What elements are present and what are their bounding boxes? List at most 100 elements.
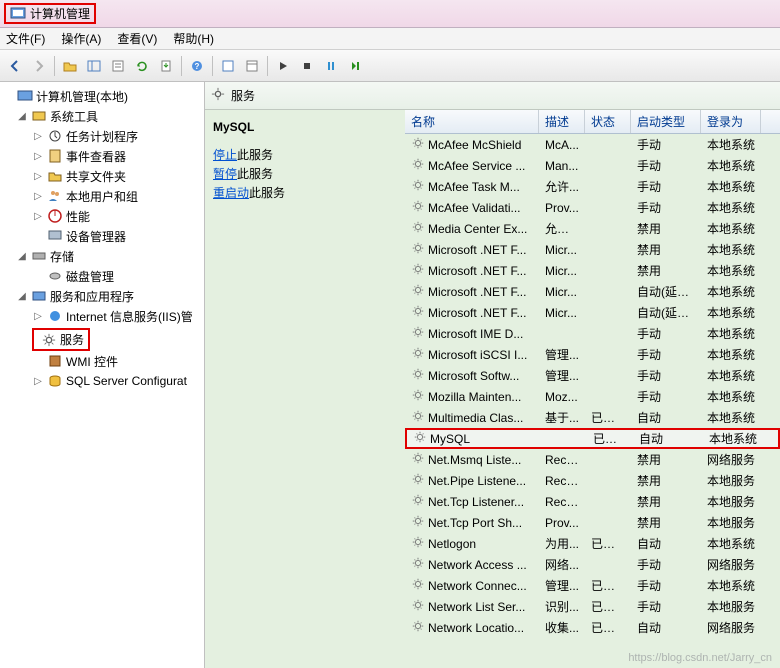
- help-button[interactable]: ?: [186, 55, 208, 77]
- service-icon: [411, 178, 425, 195]
- menu-action[interactable]: 操作(A): [61, 30, 101, 47]
- gear-icon: [41, 332, 57, 348]
- tree-systools[interactable]: ◢系统工具: [0, 106, 204, 126]
- table-row[interactable]: Microsoft iSCSI I...管理...手动本地系统: [405, 344, 780, 365]
- table-row[interactable]: Microsoft Softw...管理...手动本地系统: [405, 365, 780, 386]
- table-row[interactable]: Multimedia Clas...基于...已启动自动本地系统: [405, 407, 780, 428]
- col-name[interactable]: 名称: [405, 110, 539, 133]
- service-icon: [413, 430, 427, 447]
- start-service-button[interactable]: [272, 55, 294, 77]
- window-title: 计算机管理: [30, 5, 90, 22]
- forward-button[interactable]: [28, 55, 50, 77]
- tree-event-viewer[interactable]: ▷事件查看器: [0, 146, 204, 166]
- table-row[interactable]: Microsoft .NET F...Micr...自动(延迟...本地系统: [405, 302, 780, 323]
- restart-service-button[interactable]: [344, 55, 366, 77]
- service-icon: [411, 262, 425, 279]
- panel-button[interactable]: [83, 55, 105, 77]
- table-row[interactable]: McAfee Service ...Man...手动本地系统: [405, 155, 780, 176]
- service-icon: [411, 577, 425, 594]
- table-row[interactable]: MySQL已启动自动本地系统: [405, 428, 780, 449]
- service-detail-pane: MySQL 停止此服务 暂停此服务 重启动此服务: [205, 110, 405, 668]
- table-row[interactable]: Network List Ser...识别...已启动手动本地服务: [405, 596, 780, 617]
- watermark: https://blog.csdn.net/Jarry_cn: [628, 652, 772, 664]
- tree-apps[interactable]: ◢服务和应用程序: [0, 286, 204, 306]
- menubar: 文件(F) 操作(A) 查看(V) 帮助(H): [0, 28, 780, 50]
- stop-service-button[interactable]: [296, 55, 318, 77]
- service-icon: [411, 514, 425, 531]
- service-icon: [411, 451, 425, 468]
- menu-view[interactable]: 查看(V): [117, 30, 157, 47]
- prop-page-button[interactable]: [217, 55, 239, 77]
- table-row[interactable]: Net.Pipe Listene...Rece...禁用本地服务: [405, 470, 780, 491]
- service-icon: [411, 346, 425, 363]
- col-logon[interactable]: 登录为: [701, 110, 761, 133]
- table-row[interactable]: Mozilla Mainten...Moz...手动本地系统: [405, 386, 780, 407]
- tree-sqlconfig[interactable]: ▷SQL Server Configurat: [0, 371, 204, 391]
- tree-disk-management[interactable]: 磁盘管理: [0, 266, 204, 286]
- table-row[interactable]: Media Center Ex...允许 ...禁用本地系统: [405, 218, 780, 239]
- restart-link[interactable]: 重启动: [213, 186, 249, 200]
- service-icon: [411, 304, 425, 321]
- service-icon: [411, 598, 425, 615]
- content-header: 服务: [205, 82, 780, 110]
- service-icon: [411, 199, 425, 216]
- table-row[interactable]: Net.Tcp Port Sh...Prov...禁用本地服务: [405, 512, 780, 533]
- tree-local-users[interactable]: ▷本地用户和组: [0, 186, 204, 206]
- content-title: 服务: [231, 87, 255, 104]
- grid-header: 名称 描述 状态 启动类型 登录为: [405, 110, 780, 134]
- tree-root[interactable]: 计算机管理(本地): [0, 86, 204, 106]
- properties-button[interactable]: [107, 55, 129, 77]
- table-row[interactable]: Microsoft IME D...手动本地系统: [405, 323, 780, 344]
- service-icon: [411, 241, 425, 258]
- table-row[interactable]: Net.Tcp Listener...Rece...禁用本地服务: [405, 491, 780, 512]
- pause-link[interactable]: 暂停: [213, 167, 237, 181]
- table-row[interactable]: McAfee Validati...Prov...手动本地系统: [405, 197, 780, 218]
- refresh-button[interactable]: [131, 55, 153, 77]
- toolbar: ?: [0, 50, 780, 82]
- table-row[interactable]: Microsoft .NET F...Micr...自动(延迟...本地系统: [405, 281, 780, 302]
- col-status[interactable]: 状态: [585, 110, 631, 133]
- services-header-icon: [211, 87, 225, 104]
- table-row[interactable]: Microsoft .NET F...Micr...禁用本地系统: [405, 239, 780, 260]
- service-icon: [411, 619, 425, 636]
- service-icon: [411, 535, 425, 552]
- table-row[interactable]: Network Access ...网络...手动网络服务: [405, 554, 780, 575]
- pause-service-button[interactable]: [320, 55, 342, 77]
- export-button[interactable]: [155, 55, 177, 77]
- table-row[interactable]: McAfee Task M...允许...手动本地系统: [405, 176, 780, 197]
- tree-pane[interactable]: 计算机管理(本地) ◢系统工具 ▷任务计划程序 ▷事件查看器 ▷共享文件夹 ▷本…: [0, 82, 205, 668]
- tree-performance[interactable]: ▷性能: [0, 206, 204, 226]
- service-icon: [411, 325, 425, 342]
- tree-task-scheduler[interactable]: ▷任务计划程序: [0, 126, 204, 146]
- table-row[interactable]: McAfee McShieldMcA...手动本地系统: [405, 134, 780, 155]
- table-row[interactable]: Netlogon为用...已启动自动本地系统: [405, 533, 780, 554]
- service-icon: [411, 283, 425, 300]
- service-icon: [411, 493, 425, 510]
- service-icon: [411, 367, 425, 384]
- svg-text:?: ?: [195, 62, 200, 71]
- folder-button[interactable]: [59, 55, 81, 77]
- stop-link[interactable]: 停止: [213, 148, 237, 162]
- app-icon: [10, 6, 26, 22]
- tree-device-manager[interactable]: 设备管理器: [0, 226, 204, 246]
- menu-help[interactable]: 帮助(H): [173, 30, 214, 47]
- table-row[interactable]: Net.Msmq Liste...Rece...禁用网络服务: [405, 449, 780, 470]
- tree-services[interactable]: 服务: [60, 331, 84, 348]
- grid-rows[interactable]: McAfee McShieldMcA...手动本地系统McAfee Servic…: [405, 134, 780, 668]
- back-button[interactable]: [4, 55, 26, 77]
- tree-wmi[interactable]: WMI 控件: [0, 351, 204, 371]
- selected-service-name: MySQL: [213, 120, 397, 134]
- table-row[interactable]: Network Connec...管理...已启动手动本地系统: [405, 575, 780, 596]
- table-row[interactable]: Microsoft .NET F...Micr...禁用本地系统: [405, 260, 780, 281]
- tree-iis[interactable]: ▷Internet 信息服务(IIS)管: [0, 306, 204, 326]
- service-icon: [411, 472, 425, 489]
- content-pane: 服务 MySQL 停止此服务 暂停此服务 重启动此服务 名称 描述 状态 启动类…: [205, 82, 780, 668]
- tree-storage[interactable]: ◢存储: [0, 246, 204, 266]
- detail-button[interactable]: [241, 55, 263, 77]
- menu-file[interactable]: 文件(F): [6, 30, 45, 47]
- tree-shared-folders[interactable]: ▷共享文件夹: [0, 166, 204, 186]
- service-icon: [411, 220, 425, 237]
- table-row[interactable]: Network Locatio...收集...已启动自动网络服务: [405, 617, 780, 638]
- col-start[interactable]: 启动类型: [631, 110, 701, 133]
- col-desc[interactable]: 描述: [539, 110, 585, 133]
